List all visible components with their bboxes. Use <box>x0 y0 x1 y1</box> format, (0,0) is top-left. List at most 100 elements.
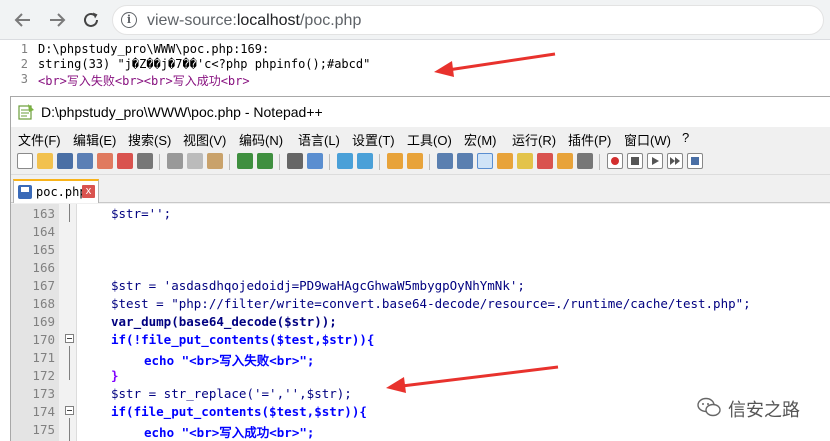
sync-vertical-icon[interactable] <box>387 153 403 169</box>
toolbar <box>11 149 830 175</box>
copy-icon[interactable] <box>187 153 203 169</box>
code-text: $str=''; <box>111 206 172 221</box>
address-bar[interactable]: i view-source:localhost/poc.php <box>112 5 824 35</box>
saved-file-icon <box>18 185 32 199</box>
tab-poc-php[interactable]: poc.php x <box>13 179 99 203</box>
notepadpp-logo-icon <box>18 104 34 120</box>
editor-line[interactable]: 167 $str = 'asdasdhqojedoidj=PD9waHAgcGh… <box>11 276 830 294</box>
fold-toggle-icon[interactable] <box>65 406 74 415</box>
code-text: $test = "php://filter/write=convert.base… <box>111 296 751 311</box>
zoom-in-icon[interactable] <box>337 153 353 169</box>
code-text: $str = str_replace('=','',$str); <box>111 386 352 401</box>
folder-as-workspace-icon[interactable] <box>557 153 573 169</box>
editor-line[interactable]: 169 var_dump(base64_decode($str)); <box>11 312 830 330</box>
menu-plugins[interactable]: 插件(P) <box>568 130 611 149</box>
save-icon[interactable] <box>57 153 73 169</box>
menu-run[interactable]: 运行(R) <box>512 130 556 149</box>
window-titlebar[interactable]: D:\phpstudy_pro\WWW\poc.php - Notepad++ <box>11 97 830 127</box>
line-number: 169 <box>32 314 55 329</box>
menu-search[interactable]: 搜索(S) <box>128 130 171 149</box>
source-line-text: D:\phpstudy_pro\WWW\poc.php:169: <box>38 42 270 56</box>
tab-label: poc.php <box>36 185 87 199</box>
info-icon[interactable]: i <box>121 12 137 28</box>
menu-edit[interactable]: 编辑(E) <box>73 130 116 149</box>
udl-icon[interactable] <box>497 153 513 169</box>
editor-line[interactable]: 164 <box>11 222 830 240</box>
code-text: $str = 'asdasdhqojedoidj=PD9waHAgcGhwaW5… <box>111 278 525 293</box>
undo-icon[interactable] <box>237 153 253 169</box>
redo-icon[interactable] <box>257 153 273 169</box>
line-number: 172 <box>32 368 55 383</box>
menu-macro[interactable]: 宏(M) <box>464 130 497 149</box>
save-macro-icon[interactable] <box>687 153 703 169</box>
back-arrow-icon[interactable] <box>10 6 36 34</box>
editor-line[interactable]: 171 echo "<br>写入失败<br>"; <box>11 348 830 368</box>
menu-tools[interactable]: 工具(O) <box>407 130 452 149</box>
save-all-icon[interactable] <box>77 153 93 169</box>
tab-close-icon[interactable]: x <box>82 185 95 198</box>
word-wrap-icon[interactable] <box>437 153 453 169</box>
source-line-number: 3 <box>20 72 28 86</box>
open-file-icon[interactable] <box>37 153 53 169</box>
line-number: 170 <box>32 332 55 347</box>
menu-view[interactable]: 视图(V) <box>183 130 226 149</box>
line-number: 168 <box>32 296 55 311</box>
editor-line[interactable]: 172 } <box>11 366 830 384</box>
monitoring-icon[interactable] <box>577 153 593 169</box>
menu-settings[interactable]: 设置(T) <box>352 130 395 149</box>
play-macro-icon[interactable] <box>647 153 663 169</box>
menu-bar: 文件(F) 编辑(E) 搜索(S) 视图(V) 编码(N) 语言(L) 设置(T… <box>11 127 830 149</box>
editor-line[interactable]: 170 if(!file_put_contents($test,$str)){ <box>11 330 830 348</box>
url-path: /poc.php <box>299 12 362 29</box>
source-line-number: 2 <box>20 57 28 71</box>
browser-toolbar: i view-source:localhost/poc.php <box>0 0 830 40</box>
source-line-number: 1 <box>20 42 28 56</box>
line-number: 163 <box>32 206 55 221</box>
source-line: 2 string(33) "j�Z��j�7��'c<?php phpinfo(… <box>0 57 830 72</box>
indent-guide-icon[interactable] <box>477 153 493 169</box>
line-number: 173 <box>32 386 55 401</box>
menu-encoding[interactable]: 编码(N) <box>239 130 283 149</box>
fold-toggle-icon[interactable] <box>65 334 74 343</box>
tab-bar: poc.php x <box>11 176 830 203</box>
editor-line[interactable]: 163 $str=''; <box>11 204 830 222</box>
close-all-icon[interactable] <box>117 153 133 169</box>
line-number: 165 <box>32 242 55 257</box>
code-text: echo "<br>写入成功<br>"; <box>144 425 315 440</box>
editor-line[interactable]: 165 <box>11 240 830 258</box>
code-text: if(file_put_contents($test,$str)){ <box>111 404 367 419</box>
reload-icon[interactable] <box>78 6 104 34</box>
function-list-icon[interactable] <box>537 153 553 169</box>
editor-line[interactable]: 168 $test = "php://filter/write=convert.… <box>11 294 830 312</box>
stop-macro-icon[interactable] <box>627 153 643 169</box>
line-number: 166 <box>32 260 55 275</box>
zoom-out-icon[interactable] <box>357 153 373 169</box>
window-title: D:\phpstudy_pro\WWW\poc.php - Notepad++ <box>41 104 323 120</box>
doc-map-icon[interactable] <box>517 153 533 169</box>
record-macro-icon[interactable] <box>607 153 623 169</box>
url-text[interactable]: view-source:localhost/poc.php <box>147 12 361 30</box>
replace-icon[interactable] <box>307 153 323 169</box>
menu-file[interactable]: 文件(F) <box>18 130 61 149</box>
editor-line[interactable]: 166 <box>11 258 830 276</box>
line-number: 164 <box>32 224 55 239</box>
show-all-chars-icon[interactable] <box>457 153 473 169</box>
sync-horizontal-icon[interactable] <box>407 153 423 169</box>
paste-icon[interactable] <box>207 153 223 169</box>
line-number: 171 <box>32 350 55 365</box>
source-line: 3 <br>写入失败<br><br>写入成功<br> <box>0 72 830 88</box>
find-icon[interactable] <box>287 153 303 169</box>
close-file-icon[interactable] <box>97 153 113 169</box>
forward-arrow-icon[interactable] <box>44 6 70 34</box>
print-icon[interactable] <box>137 153 153 169</box>
menu-help[interactable]: ? <box>682 130 689 145</box>
cut-icon[interactable] <box>167 153 183 169</box>
new-file-icon[interactable] <box>17 153 33 169</box>
code-text: } <box>111 368 119 383</box>
run-macro-multiple-icon[interactable] <box>667 153 683 169</box>
watermark: 信安之路 <box>690 394 830 424</box>
line-number: 174 <box>32 404 55 419</box>
url-prefix: view-source: <box>147 12 237 29</box>
menu-language[interactable]: 语言(L) <box>298 130 340 149</box>
menu-window[interactable]: 窗口(W) <box>624 130 671 149</box>
